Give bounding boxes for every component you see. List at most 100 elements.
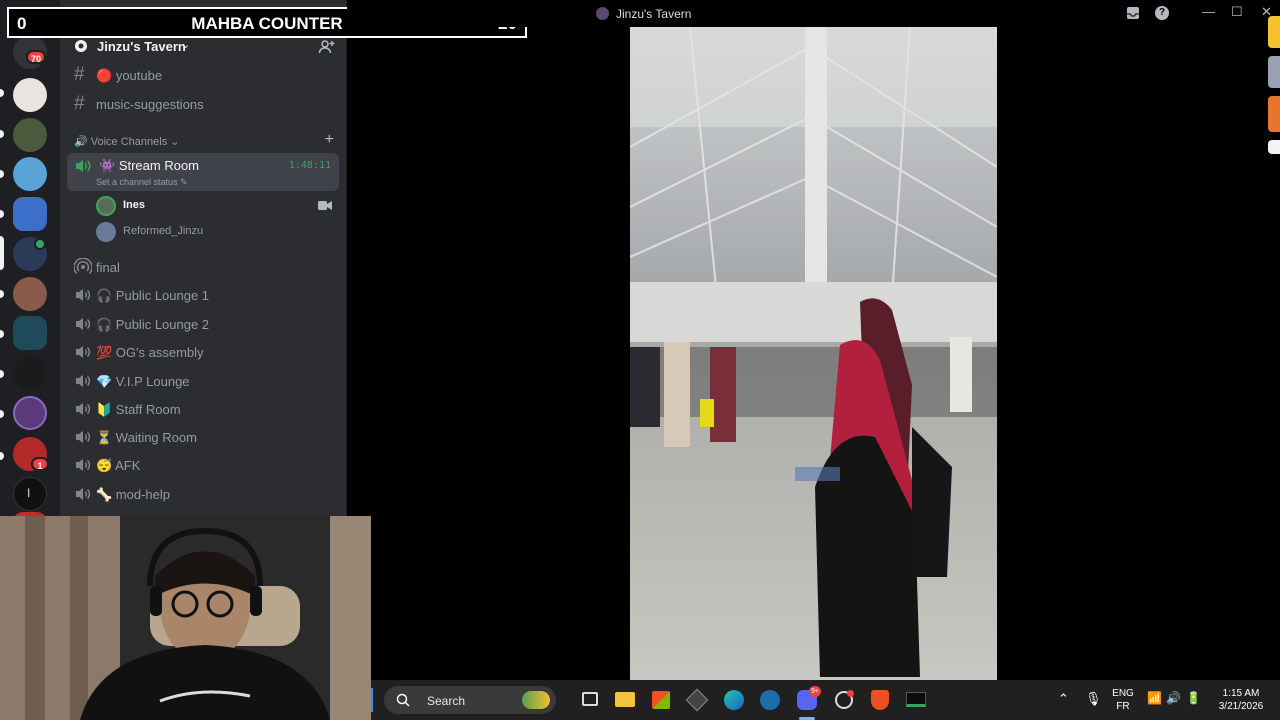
guild-header[interactable]: Jinzu's Tavern ⌄ <box>60 36 347 58</box>
file-explorer-icon[interactable] <box>613 688 637 712</box>
channel-status[interactable]: Set a channel status ✎ <box>96 177 188 188</box>
server-pip <box>0 290 4 298</box>
search-label: Search <box>427 694 466 708</box>
taskbar-left-accent <box>371 688 373 712</box>
voice-user-reformed-jinzu[interactable]: Reformed_Jinzu <box>94 220 340 244</box>
hash-icon: # <box>74 64 85 85</box>
channel-vip-lounge[interactable]: 💎 V.I.P Lounge <box>68 368 338 394</box>
server-avatar-3[interactable] <box>13 157 47 191</box>
stream-video[interactable] <box>630 27 997 680</box>
clock[interactable]: 1:15 AM 3/21/2026 <box>1211 687 1271 713</box>
recording-dot-icon <box>847 690 854 697</box>
help-icon[interactable]: ? <box>1155 6 1169 20</box>
search-icon <box>396 693 410 707</box>
server-pip <box>0 89 4 97</box>
dm-badge: 70 <box>26 50 47 64</box>
channel-name: 🦴 mod-help <box>96 487 170 502</box>
camera-icon <box>318 201 332 210</box>
task-view-icon[interactable] <box>578 688 602 712</box>
language-indicator[interactable]: ENG FR <box>1109 687 1137 713</box>
stage-icon <box>74 258 92 275</box>
channel-public-lounge-2[interactable]: 🎧 Public Lounge 2 <box>68 311 338 337</box>
video-frame-image <box>630 27 997 680</box>
edge-app-icon[interactable] <box>1268 56 1280 88</box>
channel-name: final <box>96 260 120 275</box>
channel-stream-room[interactable]: 👾 Stream Room 1:48:11 Set a channel stat… <box>67 153 339 191</box>
create-channel-button[interactable]: + <box>325 131 334 149</box>
channel-name: ⏳ Waiting Room <box>96 430 197 445</box>
category-label: 🔊 Voice Channels ⌄ <box>74 136 180 148</box>
app-cube-icon[interactable] <box>685 688 709 712</box>
voice-user-name: Reformed_Jinzu <box>123 225 204 237</box>
voice-user-ines[interactable]: Ines <box>94 194 340 218</box>
microphone-icon[interactable]: 🎙 <box>1085 691 1102 707</box>
minimize-button[interactable]: — <box>1202 4 1215 19</box>
clock-time: 1:15 AM <box>1222 688 1260 699</box>
channel-mod-help[interactable]: 🦴 mod-help <box>68 481 338 507</box>
channel-name: 🔴 youtube <box>96 68 163 83</box>
steam-icon[interactable] <box>758 688 782 712</box>
voice-user-name: Ines <box>123 199 146 211</box>
channel-public-lounge-1[interactable]: 🎧 Public Lounge 1 <box>68 282 338 308</box>
channel-name: 🔰 Staff Room <box>96 402 181 417</box>
channel-afk[interactable]: 😴 AFK <box>68 452 338 478</box>
avatar <box>96 222 116 242</box>
guild-gear-icon <box>75 40 87 52</box>
volume-icon[interactable]: 🔊 <box>1166 691 1181 705</box>
maximize-button[interactable]: ☐ <box>1231 4 1243 20</box>
guild-name: Jinzu's Tavern <box>97 39 186 54</box>
server-avatar-2[interactable] <box>13 118 47 152</box>
server-badge: 1 <box>31 457 49 471</box>
speaker-icon <box>76 431 91 443</box>
channel-music-suggestions[interactable]: # music-suggestions <box>68 91 338 117</box>
channel-youtube[interactable]: # 🔴 youtube <box>68 62 338 88</box>
server-icon <box>596 7 609 20</box>
inbox-icon[interactable] <box>1126 6 1140 20</box>
server-pip <box>0 410 4 418</box>
speaker-icon <box>76 403 91 415</box>
speaker-icon <box>76 459 91 471</box>
invite-people-icon[interactable] <box>318 38 336 56</box>
windows-taskbar: Search 9+ ⌃ 🎙 ENG FR 📶 🔊 🔋 1:15 AM 3/21/… <box>371 680 1280 720</box>
server-pip <box>0 370 4 378</box>
wifi-icon[interactable]: 📶 <box>1147 691 1162 705</box>
server-avatar-7[interactable] <box>13 316 47 350</box>
channel-name: 🎧 Public Lounge 2 <box>96 317 210 332</box>
speaker-icon <box>76 318 91 330</box>
language-bottom: FR <box>1116 701 1130 712</box>
speaker-icon <box>76 375 91 387</box>
clock-date: 3/21/2026 <box>1218 701 1264 712</box>
channel-staff-room[interactable]: 🔰 Staff Room <box>68 396 338 422</box>
stream-room-name: 👾 Stream Room <box>99 158 200 173</box>
window-titlebar: Jinzu's Tavern ? — ☐ ✕ <box>347 0 1280 27</box>
edge-app-icon[interactable] <box>1268 140 1280 154</box>
channel-ogs-assembly[interactable]: 💯 OG's assembly <box>68 339 338 365</box>
counter-left-value: 0 <box>17 14 27 33</box>
server-pip <box>0 130 4 138</box>
voice-channels-category[interactable]: 🔊 Voice Channels ⌄ + <box>74 131 334 150</box>
server-avatar-1[interactable] <box>13 78 47 112</box>
server-avatar-9[interactable] <box>13 396 47 430</box>
battery-icon[interactable]: 🔋 <box>1186 691 1201 705</box>
channel-name: 🎧 Public Lounge 1 <box>96 288 210 303</box>
channel-name: music-suggestions <box>96 97 204 112</box>
edge-browser-icon[interactable] <box>722 688 746 712</box>
brave-browser-icon[interactable] <box>868 688 892 712</box>
speaker-icon <box>76 289 91 301</box>
server-avatar-8[interactable] <box>13 356 47 390</box>
edge-app-icon[interactable] <box>1268 96 1280 132</box>
server-pip <box>0 210 4 218</box>
channel-final[interactable]: final <box>68 254 338 280</box>
server-avatar-6[interactable] <box>13 277 47 311</box>
server-avatar-4[interactable] <box>13 197 47 231</box>
chevron-down-icon: ⌄ <box>181 39 191 51</box>
channel-waiting-room[interactable]: ⏳ Waiting Room <box>68 424 338 450</box>
voice-indicator-icon <box>34 238 46 250</box>
edge-app-icon[interactable] <box>1268 16 1280 48</box>
terminal-icon[interactable] <box>904 688 928 712</box>
tray-chevron-icon[interactable]: ⌃ <box>1058 691 1069 707</box>
taskbar-search[interactable]: Search <box>384 686 556 714</box>
channel-name: 💎 V.I.P Lounge <box>96 374 190 389</box>
microsoft-store-icon[interactable] <box>649 688 673 712</box>
stream-duration: 1:48:11 <box>288 160 331 171</box>
